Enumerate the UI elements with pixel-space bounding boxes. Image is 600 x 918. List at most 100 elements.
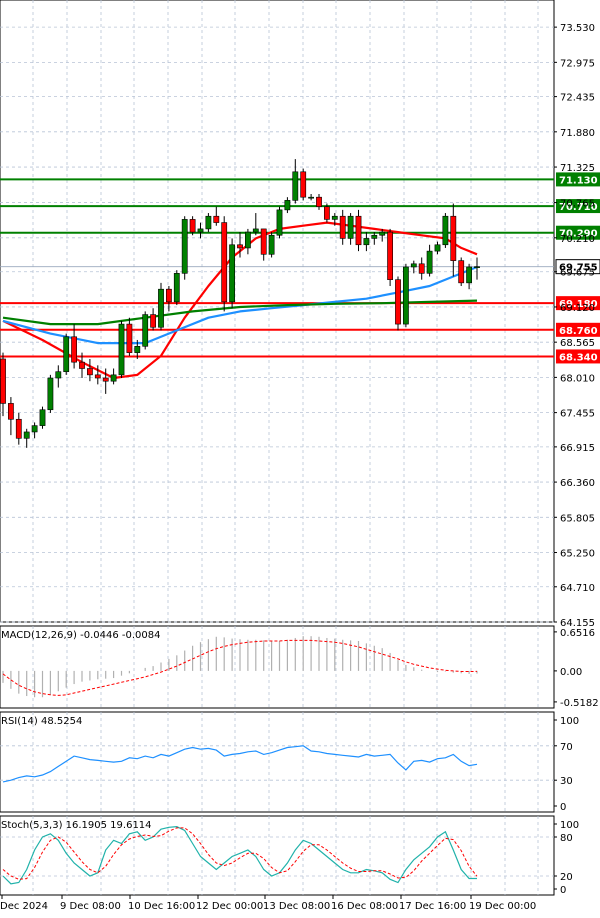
candle-body	[63, 336, 70, 372]
candle-body	[39, 409, 46, 426]
macd-label: MACD(12,26,9) -0.0446 -0.0084	[1, 630, 161, 641]
macd-tick-label: 0.00	[560, 667, 582, 678]
candle-body	[102, 377, 109, 382]
stoch-panel: 100 80 20 0 Stoch(5,3,3) 16.1905 19.6114	[0, 815, 579, 896]
candle-body	[205, 215, 212, 230]
time-tick-label: 19 Dec 00:00	[469, 901, 536, 912]
stoch-tick-label: 20	[560, 872, 573, 883]
candle-body	[15, 418, 22, 439]
candle-body	[79, 361, 85, 369]
price-tick-label: 68.565	[560, 338, 595, 349]
candle-body	[355, 215, 362, 246]
candle-body	[434, 244, 441, 252]
price-tick-label: 68.010	[560, 373, 595, 384]
candle-body	[221, 222, 228, 303]
candle-body	[134, 345, 141, 353]
rsi-tick-label: 100	[560, 716, 579, 727]
macd-tick-label: -0.5182	[560, 698, 599, 709]
candle-body	[181, 219, 188, 274]
candle-body	[284, 200, 291, 211]
candle-body	[158, 288, 164, 328]
time-tick-label: 12 Dec 00:00	[196, 901, 263, 912]
candle-body	[474, 266, 480, 268]
candle-body	[442, 215, 449, 246]
candle-body	[94, 374, 101, 379]
candle-body	[260, 228, 267, 255]
time-tick-label: 13 Dec 08:00	[263, 901, 330, 912]
stoch-tick-label: 100	[560, 820, 579, 831]
price-tick-label: 72.975	[560, 58, 595, 69]
rsi-label: RSI(14) 48.5254	[1, 716, 82, 727]
time-tick-label: 9 Dec 08:00	[60, 901, 121, 912]
price-tick-label: 65.250	[560, 549, 595, 560]
rsi-tick-label: 0	[560, 802, 566, 813]
candle-body	[55, 371, 62, 379]
candle-body	[292, 171, 299, 201]
candle-body	[363, 238, 370, 246]
main-panel-grid	[0, 0, 555, 623]
candle-body	[331, 215, 338, 220]
time-tick-label: 17 Dec 16:00	[399, 901, 466, 912]
candle-body	[0, 358, 6, 404]
candle-body	[150, 314, 156, 328]
candle-body	[323, 206, 330, 220]
price-tick-label: 66.360	[560, 478, 595, 489]
candle-body	[47, 377, 54, 411]
candle-body	[371, 234, 378, 239]
stoch-tick-label: 0	[560, 885, 566, 896]
candle-body	[276, 209, 283, 236]
price-tick-label: 67.455	[560, 409, 595, 420]
price-tick-label: 71.880	[560, 128, 595, 139]
price-tick-label: 70.210	[560, 234, 595, 245]
candle-body	[213, 215, 220, 223]
rsi-tick-label: 70	[560, 742, 573, 753]
candle-body	[189, 219, 196, 233]
candle-body	[339, 215, 346, 239]
price-tick-label: 64.710	[560, 583, 595, 594]
trading-chart[interactable]: 71.13070.71070.29069.75569.18068.76068.3…	[0, 0, 600, 918]
price-tick-label: 69.675	[560, 268, 595, 279]
level-label: 68.760	[559, 326, 598, 337]
candle-body	[347, 215, 354, 239]
candle-body	[142, 314, 149, 347]
price-tick-label: 70.765	[560, 199, 595, 210]
price-tick-label: 72.435	[560, 93, 595, 104]
price-tick-label: 71.325	[560, 163, 595, 174]
rsi-panel: 100 70 30 0 RSI(14) 48.5254	[0, 711, 579, 813]
candle-body	[316, 196, 322, 208]
candle-body	[229, 244, 235, 303]
candle-body	[308, 196, 314, 199]
candle-body	[402, 266, 409, 325]
candle-body	[237, 244, 243, 249]
time-tick-label: 16 Dec 08:00	[331, 901, 398, 912]
candle-body	[426, 250, 433, 274]
candle-body	[252, 228, 259, 233]
candle-body	[300, 171, 307, 198]
level-label: 71.130	[559, 175, 598, 186]
candle-body	[379, 231, 386, 236]
candle-body	[23, 431, 30, 439]
price-tick-label: 69.120	[560, 303, 595, 314]
candle-body	[31, 425, 38, 433]
price-tick-label: 66.915	[560, 443, 595, 454]
candle-body	[8, 403, 14, 420]
candle-body	[387, 231, 393, 280]
candle-body	[418, 263, 425, 274]
candle-body	[268, 234, 275, 255]
candle-body	[118, 323, 125, 376]
candle-body	[166, 288, 172, 303]
candle-body	[173, 273, 180, 303]
candle-body	[395, 279, 401, 325]
candle-body	[110, 374, 117, 382]
macd-tick-label: 0.6516	[560, 628, 595, 639]
candle-body	[458, 260, 465, 284]
candle-body	[197, 228, 204, 233]
candle-body	[410, 263, 417, 268]
candle-body	[126, 323, 133, 353]
level-label: 68.340	[559, 352, 598, 363]
stoch-label: Stoch(5,3,3) 16.1905 19.6114	[1, 820, 152, 831]
time-tick-label: Dec 2024	[0, 901, 48, 912]
macd-panel: 0.6516 0.00 -0.5182 MACD(12,26,9) -0.0446 -…	[0, 625, 599, 709]
stoch-tick-label: 80	[560, 833, 573, 844]
price-tick-label: 73.530	[560, 23, 595, 34]
